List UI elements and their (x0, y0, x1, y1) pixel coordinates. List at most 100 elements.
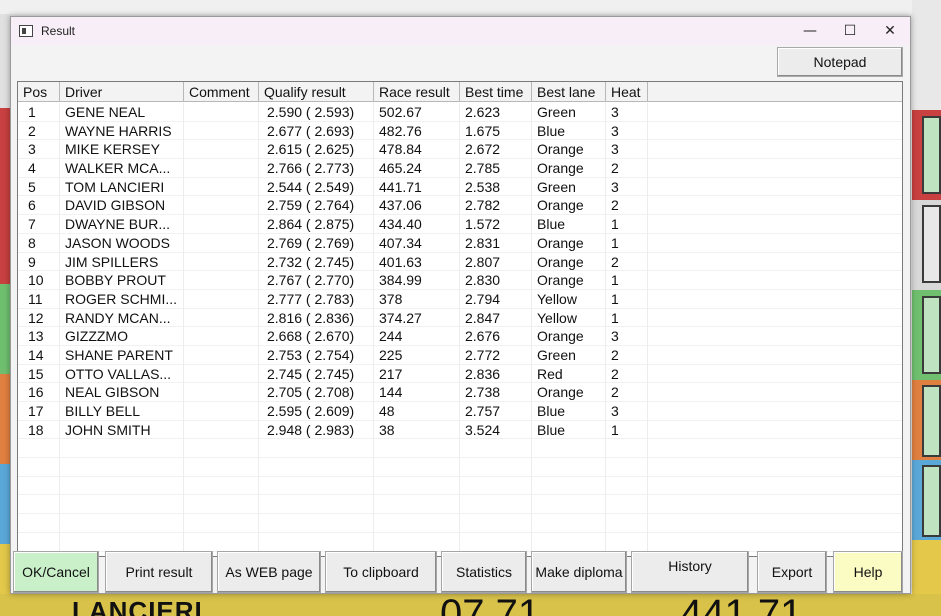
cell-best-lane: Orange (532, 140, 606, 160)
table-row[interactable]: 8 JASON WOODS 2.769 ( 2.769) 407.34 2.831 Ora… (18, 233, 902, 253)
cell-comment (184, 402, 259, 421)
table-row[interactable]: 10 BOBBY PROUT 2.767 ( 2.770) 384.99 2.830 Or… (18, 271, 902, 290)
column-header-pos[interactable]: Pos (18, 82, 60, 102)
cell-filler (648, 253, 902, 272)
table-row[interactable]: 5 TOM LANCIERI 2.544 ( 2.549) 441.71 2.538 Gr… (18, 177, 902, 197)
cell-comment (184, 140, 259, 160)
table-row[interactable]: 18 JOHN SMITH 2.948 ( 2.983) 38 3.524 Blue 1 (18, 420, 902, 440)
empty-cell (374, 476, 460, 496)
title-bar[interactable]: Result — ☐ ✕ (11, 17, 910, 45)
cell-heat: 3 (606, 103, 648, 122)
history-button[interactable]: History (631, 551, 749, 593)
cell-driver: MIKE KERSEY (60, 140, 184, 160)
cell-comment (184, 252, 259, 272)
cell-race-result: 434.40 (374, 215, 460, 234)
cell-qualify-result: 2.595 ( 2.609) (259, 402, 374, 421)
table-row[interactable]: 13 GIZZZMO 2.668 ( 2.670) 244 2.676 Orange 3 (18, 327, 902, 346)
column-header-qualify-result[interactable]: Qualify result (259, 82, 374, 102)
cell-qualify-result: 2.544 ( 2.549) (259, 177, 374, 197)
cell-best-time: 2.772 (460, 345, 532, 365)
cell-qualify-result: 2.753 ( 2.754) (259, 345, 374, 365)
table-row[interactable]: 4 WALKER MCA... 2.766 ( 2.773) 465.24 2.785 O… (18, 159, 902, 178)
cell-pos: 16 (18, 383, 60, 402)
column-header-driver[interactable]: Driver (60, 82, 184, 102)
cell-filler (648, 346, 902, 365)
table-row[interactable]: 11 ROGER SCHMI... 2.777 ( 2.783) 378 2.794 Ye… (18, 289, 902, 309)
column-header-comment[interactable]: Comment (184, 82, 259, 102)
minimize-button[interactable]: — (790, 17, 830, 45)
as-web-page-button[interactable]: As WEB page (217, 551, 321, 593)
cell-pos: 4 (18, 159, 60, 178)
empty-cell (259, 439, 374, 459)
cell-comment (184, 420, 259, 440)
empty-row (18, 458, 902, 477)
cell-race-result: 48 (374, 402, 460, 421)
empty-cell (374, 532, 460, 552)
cell-best-time: 2.738 (460, 383, 532, 402)
table-row[interactable]: 16 NEAL GIBSON 2.705 ( 2.708) 144 2.738 Orang… (18, 383, 902, 402)
empty-row (18, 532, 902, 552)
empty-cell (259, 514, 374, 533)
window-icon (19, 25, 33, 37)
cell-filler (648, 140, 902, 160)
cell-comment (184, 383, 259, 402)
column-header-heat[interactable]: Heat (606, 82, 648, 102)
cell-heat: 2 (606, 252, 648, 272)
cell-filler (648, 309, 902, 328)
empty-cell (60, 476, 184, 496)
export-button[interactable]: Export (757, 551, 827, 593)
table-row[interactable]: 12 RANDY MCAN... 2.816 ( 2.836) 374.27 2.847… (18, 308, 902, 328)
background-right-strip (912, 0, 941, 616)
column-header-best-time[interactable]: Best time (460, 82, 532, 102)
empty-cell (460, 495, 532, 515)
help-button[interactable]: Help (833, 551, 903, 593)
empty-cell (606, 458, 648, 477)
table-row[interactable]: 1 GENE NEAL 2.590 ( 2.593) 502.67 2.623 Green… (18, 103, 902, 122)
cell-race-result: 225 (374, 345, 460, 365)
cell-heat: 1 (606, 420, 648, 440)
table-row[interactable]: 7 DWAYNE BUR... 2.864 ( 2.875) 434.40 1.572 B… (18, 215, 902, 234)
cell-driver: JOHN SMITH (60, 420, 184, 440)
cell-qualify-result: 2.948 ( 2.983) (259, 420, 374, 440)
table-row[interactable]: 15 OTTO VALLAS... 2.745 ( 2.745) 217 2.836 Re… (18, 364, 902, 384)
cell-best-lane: Orange (532, 383, 606, 402)
table-row[interactable]: 17 BILLY BELL 2.595 ( 2.609) 48 2.757 Blue 3 (18, 402, 902, 421)
cell-race-result: 478.84 (374, 140, 460, 160)
statistics-button[interactable]: Statistics (441, 551, 527, 593)
cell-heat: 2 (606, 196, 648, 216)
to-clipboard-button[interactable]: To clipboard (325, 551, 437, 593)
cell-comment (184, 159, 259, 178)
empty-cell (259, 532, 374, 552)
cell-best-time: 2.623 (460, 103, 532, 122)
notepad-button[interactable]: Notepad (777, 47, 903, 77)
empty-cell (460, 439, 532, 459)
cell-pos: 8 (18, 233, 60, 253)
results-grid[interactable]: Pos Driver Comment Qualify result Race r… (17, 81, 903, 557)
empty-cell (259, 458, 374, 477)
table-row[interactable]: 3 MIKE KERSEY 2.615 ( 2.625) 478.84 2.672 Ora… (18, 140, 902, 160)
empty-cell (184, 514, 259, 533)
column-header-race-result[interactable]: Race result (374, 82, 460, 102)
cell-best-lane: Green (532, 103, 606, 122)
cell-heat: 2 (606, 364, 648, 384)
table-row[interactable]: 2 WAYNE HARRIS 2.677 ( 2.693) 482.76 1.675 Bl… (18, 121, 902, 141)
table-row[interactable]: 14 SHANE PARENT 2.753 ( 2.754) 225 2.772 Gree… (18, 345, 902, 365)
cell-filler (648, 196, 902, 216)
ok-cancel-button[interactable]: OK/Cancel (13, 551, 99, 593)
cell-best-lane: Orange (532, 196, 606, 216)
cell-driver: GENE NEAL (60, 103, 184, 122)
window-title: Result (41, 24, 76, 38)
column-header-best-lane[interactable]: Best lane (532, 82, 606, 102)
table-row[interactable]: 9 JIM SPILLERS 2.732 ( 2.745) 401.63 2.807 Or… (18, 252, 902, 272)
cell-best-lane: Orange (532, 327, 606, 346)
window-controls: — ☐ ✕ (790, 17, 910, 45)
cell-best-time: 2.831 (460, 233, 532, 253)
cell-driver: DAVID GIBSON (60, 196, 184, 216)
cell-best-time: 3.524 (460, 420, 532, 440)
maximize-button[interactable]: ☐ (830, 17, 870, 45)
make-diploma-button[interactable]: Make diploma (531, 551, 627, 593)
cell-comment (184, 103, 259, 122)
close-button[interactable]: ✕ (870, 17, 910, 45)
table-row[interactable]: 6 DAVID GIBSON 2.759 ( 2.764) 437.06 2.782 Or… (18, 196, 902, 216)
print-result-button[interactable]: Print result (105, 551, 213, 593)
